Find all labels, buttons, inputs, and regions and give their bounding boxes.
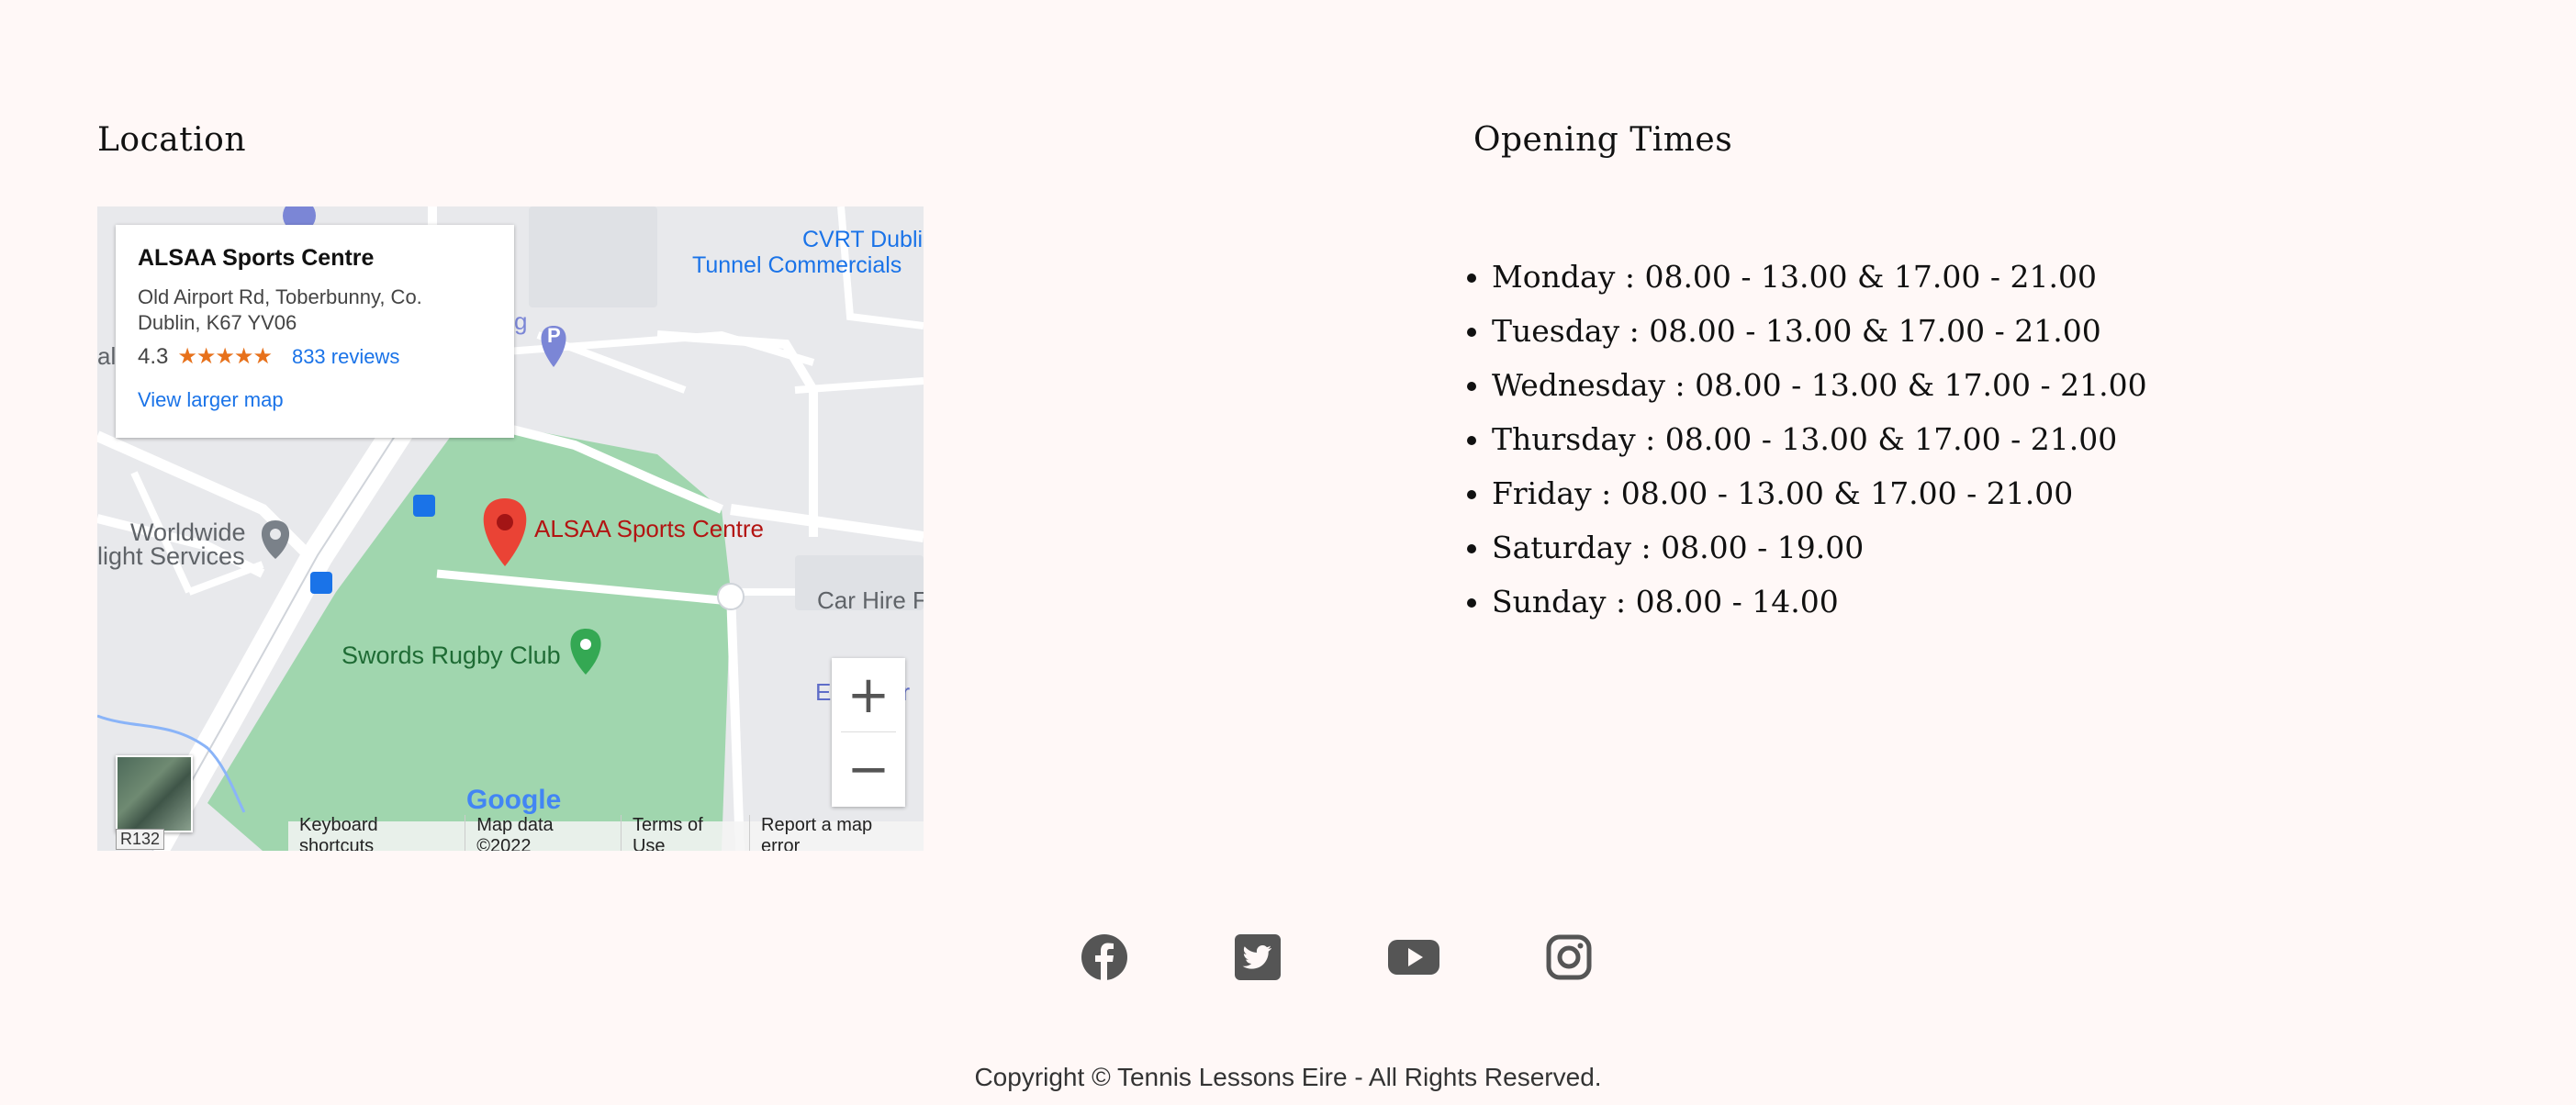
place-rating: 4.3 ★★★★★ 833 reviews [138,343,492,370]
map-footer-bar: Keyboard shortcuts Map data ©2022 Terms … [288,815,924,851]
youtube-icon[interactable] [1388,934,1439,980]
rating-stars-icon: ★★★★★ [177,344,273,369]
hours-wednesday: Wednesday : 08.00 - 13.00 & 17.00 - 21.0… [1492,358,2147,412]
google-logo: Google [466,785,562,815]
map-label-cvrt-2: Tunnel Commercials [692,252,902,278]
reviews-link[interactable]: 833 reviews [292,345,399,369]
map-data-text: Map data ©2022 [465,815,621,851]
hours-friday: Friday : 08.00 - 13.00 & 17.00 - 21.00 [1492,466,2147,520]
hours-sunday: Sunday : 08.00 - 14.00 [1492,575,2147,629]
zoom-out-button[interactable]: − [832,732,905,806]
map-label-cvrt-1: CVRT Dublin [802,227,924,252]
rating-value: 4.3 [138,343,169,369]
opening-times-heading: Opening Times [1473,121,1733,159]
place-info-card: ALSAA Sports Centre Old Airport Rd, Tobe… [116,225,514,438]
terms-link[interactable]: Terms of Use [620,815,749,851]
zoom-controls: + − [832,658,905,807]
map-label-worldwide-2: light Services [97,542,245,570]
svg-text:P: P [547,324,561,347]
road-tag: R132 [116,829,165,850]
map-label-pin[interactable]: ALSAA Sports Centre [534,515,764,543]
map-embed[interactable]: P CVRT Dublin Tunnel Commercials all g W… [97,206,924,851]
hours-thursday: Thursday : 08.00 - 13.00 & 17.00 - 21.00 [1492,412,2147,466]
instagram-icon[interactable] [1546,934,1592,980]
report-error-link[interactable]: Report a map error [749,815,924,851]
zoom-in-button[interactable]: + [832,658,905,731]
twitter-icon[interactable] [1235,934,1281,980]
place-name: ALSAA Sports Centre [138,245,375,271]
keyboard-shortcuts-link[interactable]: Keyboard shortcuts [288,815,465,851]
location-heading: Location [97,121,247,159]
map-label-car-hire: Car Hire F [817,586,924,614]
place-address: Old Airport Rd, Toberbunny, Co. Dublin, … [138,285,422,334]
map-label-g: g [514,307,528,335]
facebook-icon[interactable] [1081,934,1127,980]
opening-times-list: Monday : 08.00 - 13.00 & 17.00 - 21.00 T… [1455,250,2147,629]
map-label-e: E [815,678,832,706]
view-larger-map-link[interactable]: View larger map [138,388,492,412]
copyright-text: Copyright © Tennis Lessons Eire - All Ri… [974,1063,1602,1091]
satellite-toggle-button[interactable] [116,755,193,832]
map-label-rugby[interactable]: Swords Rugby Club [342,642,561,670]
hours-saturday: Saturday : 08.00 - 19.00 [1492,520,2147,575]
hours-tuesday: Tuesday : 08.00 - 13.00 & 17.00 - 21.00 [1492,304,2147,358]
hours-monday: Monday : 08.00 - 13.00 & 17.00 - 21.00 [1492,250,2147,304]
